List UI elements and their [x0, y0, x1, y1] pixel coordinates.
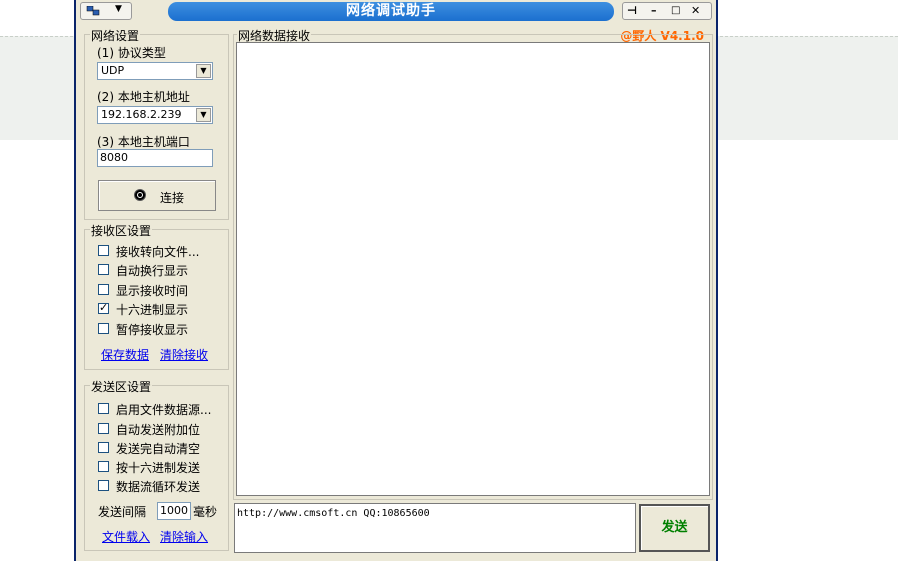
- receive-option-label: 接收转向文件...: [116, 245, 200, 259]
- send-option-checkbox[interactable]: [98, 461, 109, 472]
- protocol-select[interactable]: UDP ▼: [97, 62, 213, 80]
- send-option-label: 自动发送附加位: [116, 423, 201, 437]
- send-option-checkbox[interactable]: [98, 442, 109, 453]
- title-bar: ▼ 网络调试助手 ⊣ – □ ✕: [76, 0, 716, 22]
- interval-unit: 毫秒: [193, 505, 218, 519]
- receive-settings-title: 接收区设置: [90, 222, 153, 239]
- connect-button[interactable]: 连接: [98, 180, 216, 211]
- status-bar: [76, 555, 716, 561]
- chevron-down-icon[interactable]: ▼: [196, 108, 211, 122]
- send-option-label: 发送完自动清空: [116, 442, 201, 456]
- pin-icon[interactable]: ⊣: [627, 4, 637, 17]
- send-option-checkbox[interactable]: [98, 403, 109, 414]
- protocol-value: UDP: [101, 64, 125, 77]
- clear-receive-link[interactable]: 清除接收: [160, 346, 208, 363]
- protocol-label: (1) 协议类型: [97, 46, 166, 60]
- minimize-button[interactable]: –: [651, 4, 657, 17]
- interval-label: 发送间隔: [98, 505, 147, 519]
- host-label: (2) 本地主机地址: [97, 90, 190, 104]
- port-label: (3) 本地主机端口: [97, 135, 190, 149]
- send-settings-title: 发送区设置: [90, 378, 153, 395]
- clear-input-link[interactable]: 清除输入: [160, 528, 208, 545]
- network-icon: [86, 6, 100, 16]
- receive-option-checkbox[interactable]: [98, 301, 109, 314]
- receive-option-checkbox[interactable]: [98, 284, 109, 295]
- send-textarea[interactable]: http://www.cmsoft.cn QQ:10865600: [234, 503, 636, 553]
- radio-icon: [134, 189, 146, 201]
- receive-option-checkbox[interactable]: [98, 245, 109, 256]
- receive-option-label: 显示接收时间: [116, 284, 189, 298]
- send-option-label: 数据流循环发送: [116, 480, 201, 494]
- connect-label: 连接: [160, 191, 185, 205]
- receive-option-checkbox[interactable]: [98, 323, 109, 334]
- receive-option-label: 暂停接收显示: [116, 323, 189, 337]
- receive-option-label: 十六进制显示: [116, 303, 189, 317]
- host-value: 192.168.2.239: [101, 108, 182, 121]
- receive-settings-group: 接收区设置 接收转向文件... 自动换行显示 显示接收时间 十六进制显示 暂停接…: [84, 222, 229, 370]
- interval-input[interactable]: 1000: [157, 502, 191, 520]
- receive-option-checkbox[interactable]: [98, 264, 109, 275]
- network-settings-title: 网络设置: [90, 27, 141, 44]
- send-option-checkbox[interactable]: [98, 480, 109, 491]
- maximize-button[interactable]: □: [671, 5, 680, 16]
- send-option-label: 启用文件数据源...: [116, 403, 212, 417]
- receive-option-label: 自动换行显示: [116, 264, 189, 278]
- send-option-label: 按十六进制发送: [116, 461, 201, 475]
- send-button[interactable]: 发送: [639, 504, 710, 552]
- chevron-down-icon: ▼: [115, 4, 122, 14]
- save-data-link[interactable]: 保存数据: [101, 346, 149, 363]
- port-input[interactable]: 8080: [97, 149, 213, 167]
- close-button[interactable]: ✕: [691, 4, 700, 17]
- system-menu-button[interactable]: ▼: [80, 2, 132, 20]
- send-settings-group: 发送区设置 启用文件数据源... 自动发送附加位 发送完自动清空 按十六进制发送…: [84, 378, 229, 551]
- window-title: 网络调试助手: [168, 2, 614, 21]
- window-controls: ⊣ – □ ✕: [622, 2, 712, 20]
- host-select[interactable]: 192.168.2.239 ▼: [97, 106, 213, 124]
- file-load-link[interactable]: 文件载入: [102, 528, 150, 545]
- app-window: ▼ 网络调试助手 ⊣ – □ ✕ @野人 V4.1.0 网络设置 (1) 协议类…: [74, 0, 718, 561]
- chevron-down-icon[interactable]: ▼: [196, 64, 211, 78]
- send-option-checkbox[interactable]: [98, 423, 109, 434]
- receive-textarea[interactable]: [236, 42, 710, 496]
